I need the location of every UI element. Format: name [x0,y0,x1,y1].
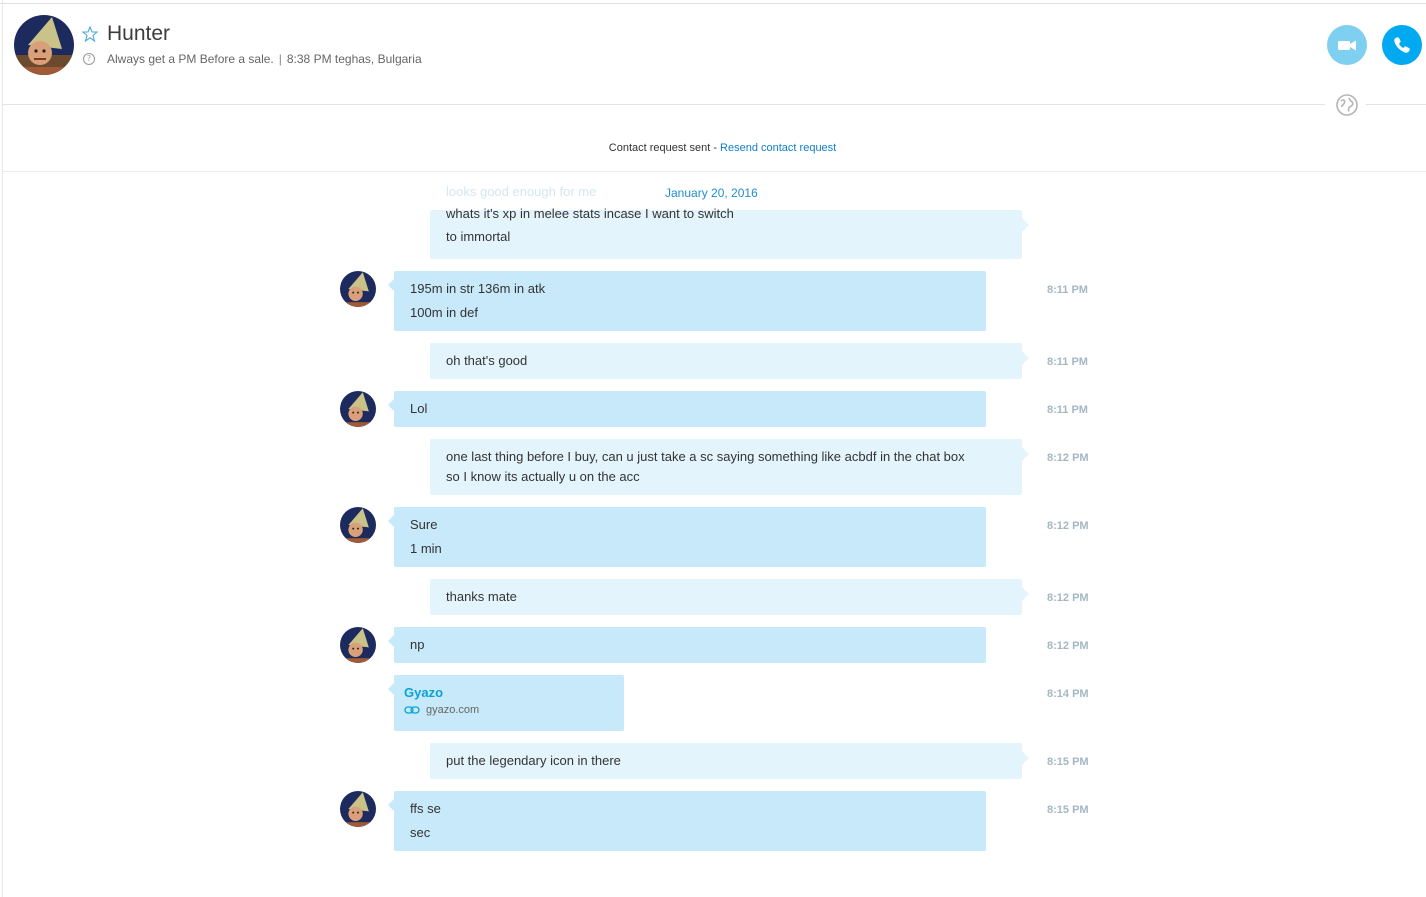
contact-avatar-small[interactable] [340,791,376,827]
message-bubble-incoming[interactable]: Lol [388,391,986,427]
header-divider [3,104,1325,105]
contact-avatar-small[interactable] [340,627,376,663]
contact-name[interactable]: Hunter [107,22,170,46]
message-bubble-incoming[interactable]: ffs se sec [388,791,986,851]
message-bubble-outgoing[interactable]: one last thing before I buy, can u just … [430,439,1029,495]
link-preview-url-row: gyazo.com [404,704,614,716]
message-timestamp: 8:11 PM [1047,284,1088,296]
audio-call-button[interactable] [1382,25,1422,65]
message-line: one last thing before I buy, can u just … [446,449,965,464]
contact-mood-line: Always get a PM Before a sale. | 8:38 PM t… [107,52,422,66]
header-divider-right [1366,104,1426,105]
message-bubble-outgoing[interactable]: whats it's xp in melee stats incase I wa… [430,207,1029,259]
link-icon [404,706,420,714]
message-timestamp: 8:12 PM [1047,640,1089,652]
mood-separator: | [278,52,282,66]
video-camera-icon [1338,40,1356,51]
message-list[interactable]: looks good enough for me January 20, 201… [0,172,1426,897]
message-line: sec [410,825,431,840]
message-timestamp: 8:12 PM [1047,592,1089,604]
message-timestamp: 8:15 PM [1047,804,1089,816]
date-separator: January 20, 2016 [665,186,758,200]
message-bubble-incoming[interactable]: np [388,627,986,663]
message-line: whats it's xp in melee stats incase I wa… [446,207,734,221]
message-bubble-outgoing[interactable]: put the legendary icon in there [430,743,1029,779]
contact-avatar-small[interactable] [340,271,376,307]
message-timestamp: 8:12 PM [1047,520,1089,532]
link-preview-title[interactable]: Gyazo [404,685,614,700]
message-line: oh that's good [446,353,528,368]
message-timestamp: 8:15 PM [1047,756,1089,768]
message-line: thanks mate [446,589,517,604]
message-line: to immortal [446,229,511,244]
message-bubble-outgoing[interactable]: oh that's good [430,343,1029,379]
message-bubble-incoming[interactable]: 195m in str 136m in atk 100m in def [388,271,986,331]
message-line: Lol [410,401,428,416]
message-timestamp: 8:11 PM [1047,356,1088,368]
link-preview-url: gyazo.com [426,704,480,716]
conversation-header: Hunter ? Always get a PM Before a sale. |… [3,4,1426,104]
message-timestamp: 8:11 PM [1047,404,1088,416]
message-timestamp: 8:14 PM [1047,688,1089,700]
message-bubble-outgoing[interactable]: thanks mate [430,579,1029,615]
message-line: 195m in str 136m in atk [410,281,546,296]
mood-message: Always get a PM Before a sale. [107,52,274,66]
contact-request-banner: Contact request sent - Resend contact re… [0,142,1426,154]
contact-request-status: Contact request sent - [608,142,721,154]
contact-avatar-small[interactable] [340,507,376,543]
resend-contact-request-link[interactable]: Resend contact request [720,142,836,154]
globe-icon[interactable] [1335,93,1359,117]
video-call-button[interactable] [1327,25,1367,65]
contact-avatar-small[interactable] [340,391,376,427]
message-line: so I know its actually u on the acc [446,469,640,484]
message-line: Sure [410,517,438,532]
message-line: ffs se [410,801,441,816]
star-outline-icon[interactable] [82,26,98,42]
message-line: 1 min [410,541,442,556]
message-line: 100m in def [410,305,478,320]
message-timestamp: 8:12 PM [1047,452,1089,464]
local-time-location: 8:38 PM teghas, Bulgaria [286,52,422,66]
phone-icon [1394,37,1410,53]
contact-avatar[interactable] [14,15,74,75]
faded-previous-message: looks good enough for me [446,184,597,199]
link-preview-card[interactable]: Gyazo gyazo.com [388,675,624,731]
message-bubble-incoming[interactable]: Sure 1 min [388,507,986,567]
message-line: put the legendary icon in there [446,753,621,768]
message-line: np [410,637,425,652]
question-circle-icon: ? [83,53,95,65]
